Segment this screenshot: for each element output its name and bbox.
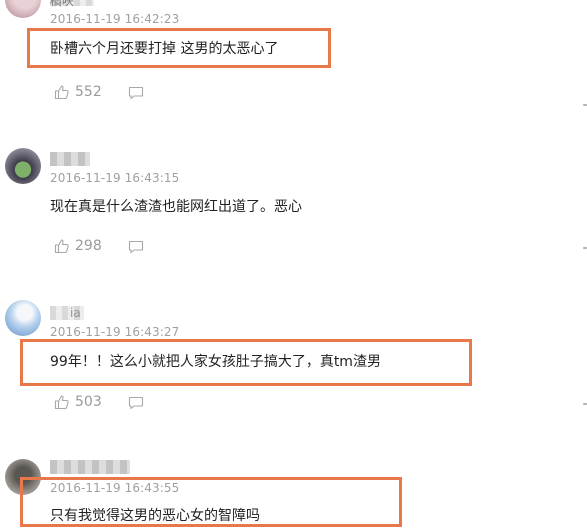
like-count: 552 — [75, 84, 102, 100]
like-count: 503 — [75, 394, 102, 410]
timestamp: 2016-11-19 16:43:27 — [50, 325, 180, 339]
more-options-icon[interactable] — [583, 244, 587, 252]
more-options-icon[interactable] — [583, 400, 587, 408]
reply-icon[interactable] — [128, 396, 144, 410]
username[interactable] — [50, 460, 130, 474]
comment-text: 99年！！这么小就把人家女孩肚子搞大了，真tm渣男 — [50, 354, 381, 370]
username[interactable] — [50, 152, 90, 166]
username-text: ia — [70, 306, 81, 320]
username-text — [50, 152, 82, 166]
comment-text: 现在真是什么渣渣也能网红出道了。恶心 — [50, 199, 302, 215]
like-count: 298 — [75, 238, 102, 254]
comment-actions: 503 — [54, 394, 184, 414]
reply-icon[interactable] — [128, 86, 144, 100]
avatar[interactable] — [5, 300, 41, 336]
avatar[interactable] — [5, 148, 41, 184]
timestamp: 2016-11-19 16:43:55 — [50, 481, 180, 495]
timestamp: 2016-11-19 16:43:15 — [50, 171, 180, 185]
reply-icon[interactable] — [128, 240, 144, 254]
thumbs-up-icon[interactable] — [54, 394, 70, 410]
comment-actions: 552 — [54, 84, 184, 104]
thumbs-up-icon[interactable] — [54, 84, 70, 100]
comment-text: 只有我觉得这男的恶心女的智障吗 — [50, 508, 260, 524]
username-text: 橘呋 — [50, 0, 75, 8]
timestamp: 2016-11-19 16:42:23 — [50, 12, 180, 26]
username-text — [50, 460, 82, 474]
avatar[interactable] — [5, 0, 41, 18]
username[interactable]: 橘呋 — [50, 0, 94, 8]
comment-actions: 298 — [54, 238, 184, 258]
username[interactable]: ia — [50, 306, 84, 320]
more-options-icon[interactable] — [583, 101, 587, 109]
thumbs-up-icon[interactable] — [54, 238, 70, 254]
comment-text: 卧槽六个月还要打掉 这男的太恶心了 — [50, 41, 279, 57]
